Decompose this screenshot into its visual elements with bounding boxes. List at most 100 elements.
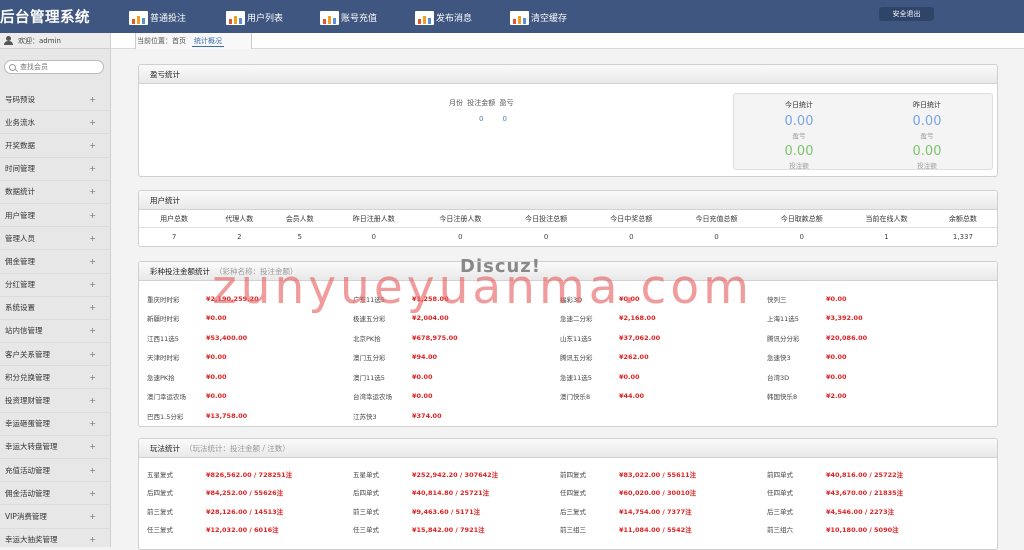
- stat-name: 急速快3: [767, 354, 791, 363]
- sidebar-item[interactable]: 数据统计 +: [0, 181, 110, 204]
- sidebar-item[interactable]: 佣金管理 +: [0, 250, 110, 274]
- stat-amount: ¥252,942.20 / 307642注: [412, 471, 499, 480]
- expand-icon[interactable]: +: [89, 373, 96, 382]
- expand-icon[interactable]: +: [89, 141, 96, 150]
- stat-name: 前四单式: [767, 471, 793, 480]
- sidebar-item[interactable]: 幸运砸蛋管理 +: [0, 413, 110, 436]
- sidebar-item[interactable]: 客户关系管理 +: [0, 343, 110, 367]
- stat-cell: 前三复式 ¥28,126.00 / 14513注: [147, 502, 283, 520]
- sidebar-item[interactable]: 号码预设 +: [0, 88, 110, 112]
- stat-cell: 前四单式 ¥40,816.00 / 25722注: [767, 465, 903, 483]
- topnav-user-list[interactable]: 用户列表: [225, 7, 283, 27]
- topnav-label: 发布消息: [436, 13, 473, 24]
- expand-icon[interactable]: +: [89, 535, 96, 544]
- user-stats-value: 0: [799, 233, 804, 241]
- sidebar-item[interactable]: 时间管理 +: [0, 158, 110, 181]
- expand-icon[interactable]: +: [89, 280, 96, 289]
- expand-icon[interactable]: +: [89, 164, 96, 173]
- expand-icon[interactable]: +: [89, 442, 96, 451]
- expand-icon[interactable]: +: [89, 187, 96, 196]
- stat-name: 后四单式: [353, 489, 379, 498]
- breadcrumb-home[interactable]: 首页: [172, 36, 186, 46]
- sidebar-item[interactable]: 系统设置 +: [0, 297, 110, 320]
- stat-cell: 快列三 ¥0.00: [767, 289, 966, 309]
- welcome-text: 欢迎：admin: [18, 36, 61, 45]
- expand-icon[interactable]: +: [89, 303, 96, 312]
- topnav-recharge[interactable]: 账号充值: [319, 7, 377, 27]
- stat-name: 上海11选5: [767, 315, 799, 324]
- sidebar-item-label: 幸运大转盘管理: [5, 442, 58, 452]
- logout-button[interactable]: 安全退出: [879, 7, 934, 21]
- sidebar-item[interactable]: 业务流水 +: [0, 111, 110, 135]
- stat-amount: ¥678,975.00: [412, 333, 458, 342]
- stat-amount: ¥2.00: [826, 392, 847, 401]
- user-stats-value: 7: [171, 233, 177, 241]
- topnav-publish-message[interactable]: 发布消息: [414, 7, 472, 27]
- stat-name: 北京PK拾: [353, 334, 381, 343]
- stat-cell: 任四单式 ¥43,670.00 / 21835注: [767, 483, 903, 501]
- stat-amount: ¥10,180.00 / 5090注: [826, 526, 899, 535]
- watermark-logo: Discuz!: [460, 256, 541, 277]
- today-label: 今日统计: [785, 101, 813, 109]
- yesterday-profit: 0.00: [912, 114, 942, 129]
- user-stats-header: 用户总数: [160, 214, 189, 223]
- member-search[interactable]: [4, 60, 104, 74]
- expand-icon[interactable]: +: [89, 512, 96, 521]
- stat-cell: 后三单式 ¥4,546.00 / 2273注: [767, 502, 894, 520]
- stat-cell: 前三单式 ¥9,463.60 / 5171注: [353, 502, 480, 520]
- sidebar-item[interactable]: 佣金活动管理 +: [0, 482, 110, 506]
- expand-icon[interactable]: +: [89, 350, 96, 359]
- topnav-clear-cache[interactable]: 清空缓存: [509, 7, 567, 27]
- today-bet-label: 投注额: [789, 162, 809, 170]
- topnav-normal-bet[interactable]: 普通投注: [128, 7, 186, 27]
- sidebar-item[interactable]: 幸运大转盘管理 +: [0, 436, 110, 459]
- stat-amount: ¥0.00: [206, 353, 227, 362]
- stat-cell: 任四复式 ¥60,020.00 / 30010注: [560, 483, 696, 501]
- expand-icon[interactable]: +: [89, 95, 96, 104]
- stat-cell: 任三单式 ¥15,842.00 / 7921注: [353, 520, 485, 538]
- expand-icon[interactable]: +: [89, 211, 96, 220]
- stat-amount: ¥94.00: [412, 353, 438, 362]
- user-stats-header: 今日投注总额: [525, 214, 568, 223]
- expand-icon[interactable]: +: [89, 419, 96, 428]
- sidebar-item[interactable]: 充值活动管理 +: [0, 459, 110, 483]
- yesterday-bet: 0.00: [912, 144, 942, 159]
- expand-icon[interactable]: +: [89, 396, 96, 405]
- today-yesterday-summary: 今日统计 0.00 盈亏 0.00 投注额 昨日统计 0.00 盈亏 0.00 …: [733, 93, 993, 170]
- expand-icon[interactable]: +: [89, 326, 96, 335]
- stat-name: 急速PK拾: [147, 373, 175, 382]
- sidebar-item-label: 号码预设: [5, 94, 35, 104]
- stat-cell: 后四单式 ¥40,814.80 / 25721注: [353, 483, 489, 501]
- yesterday-bet-label: 投注额: [917, 162, 937, 170]
- stat-amount: ¥2,168.00: [619, 314, 656, 323]
- stat-amount: ¥53,400.00: [206, 333, 248, 342]
- expand-icon[interactable]: +: [89, 118, 96, 127]
- stat-row: 急速PK拾 ¥0.00 澳门11选5 ¥0.00 急速11选5 ¥0.00 台湾3D ¥0.0…: [147, 367, 997, 387]
- stat-cell: 上海11选5 ¥3,392.00: [767, 309, 966, 329]
- user-stats-header: 余额总数: [948, 214, 977, 223]
- stat-amount: ¥262.00: [619, 353, 649, 362]
- sidebar-item[interactable]: 分红管理 +: [0, 274, 110, 297]
- expand-icon[interactable]: +: [89, 489, 96, 498]
- profit-columns: 月份 投注金额 盈亏: [449, 99, 514, 107]
- expand-icon[interactable]: +: [89, 466, 96, 475]
- sidebar-item[interactable]: 用户管理 +: [0, 204, 110, 228]
- sidebar-item[interactable]: 投资理财管理 +: [0, 389, 110, 413]
- user-stats-value: 2: [237, 233, 242, 241]
- stat-cell: 山东11选5 ¥37,062.00: [560, 328, 759, 348]
- stat-amount: ¥0.00: [412, 372, 433, 381]
- member-search-input[interactable]: [20, 63, 100, 71]
- sidebar-item[interactable]: 管理人员 +: [0, 227, 110, 251]
- sidebar-item[interactable]: 开奖数据 +: [0, 134, 110, 158]
- stat-amount: ¥44.00: [619, 392, 645, 401]
- expand-icon[interactable]: +: [89, 234, 96, 243]
- sidebar-item[interactable]: 积分兑换管理 +: [0, 366, 110, 390]
- sidebar-item[interactable]: 站内信管理 +: [0, 320, 110, 344]
- sidebar: 欢迎：admin 号码预设+业务流水+开奖数据+时间管理+数据统计+用户管理+管…: [0, 33, 111, 547]
- stat-name: 急速11选5: [560, 373, 592, 382]
- sidebar-item[interactable]: VIP消费管理 +: [0, 505, 110, 529]
- expand-icon[interactable]: +: [89, 257, 96, 266]
- sidebar-item[interactable]: 幸运大抽奖管理 +: [0, 529, 110, 547]
- stat-cell: 急速快3 ¥0.00: [767, 348, 966, 368]
- user-stats-header: 当前在线人数: [865, 214, 908, 223]
